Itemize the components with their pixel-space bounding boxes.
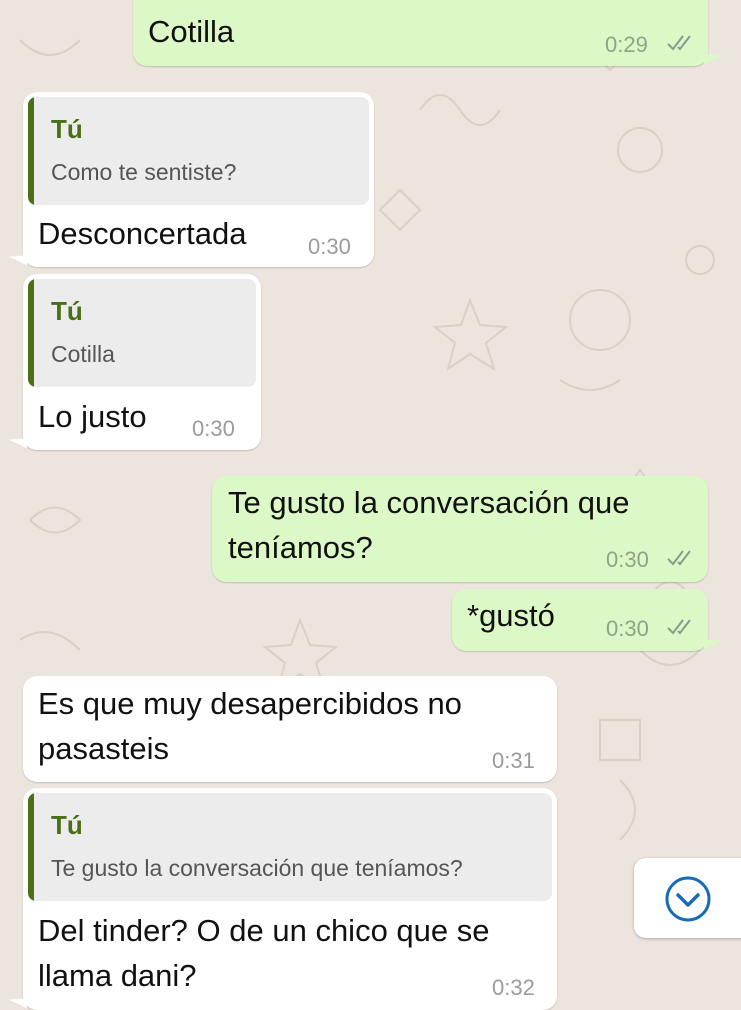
message-bubble-outgoing[interactable]: Cotilla 0:29 xyxy=(133,0,722,66)
quote-author: Tú xyxy=(51,114,83,144)
quote-text: Cotilla xyxy=(51,341,115,367)
message-time: 0:30 xyxy=(606,547,649,572)
message-bubble-incoming[interactable]: Es que muy desapercibidos no pasasteis 0… xyxy=(23,676,557,782)
message-text-line-1: Es que muy desapercibidos no xyxy=(38,686,462,721)
message-bubble-incoming[interactable]: Tú Como te sentiste? Desconcertada 0:30 xyxy=(9,92,374,267)
message-time: 0:30 xyxy=(308,234,351,259)
quoted-message[interactable]: Tú Te gusto la conversación que teníamos… xyxy=(28,793,552,901)
quote-accent-bar xyxy=(28,279,34,387)
message-time: 0:29 xyxy=(605,32,648,57)
quote-text: Te gusto la conversación que teníamos? xyxy=(51,855,463,881)
quoted-message[interactable]: Tú Cotilla xyxy=(28,279,256,387)
message-time: 0:31 xyxy=(492,748,535,773)
message-text-line-2: teníamos? xyxy=(228,530,373,565)
message-time: 0:32 xyxy=(492,975,535,1000)
message-text: Desconcertada xyxy=(38,216,247,251)
message-bubble-incoming[interactable]: Tú Cotilla Lo justo 0:30 xyxy=(9,274,261,450)
message-text-line-1: Del tinder? O de un chico que se xyxy=(38,913,490,948)
message-text-line-2: llama dani? xyxy=(38,958,197,993)
message-text: Cotilla xyxy=(148,14,235,49)
message-text-line-2: pasasteis xyxy=(38,731,169,766)
double-check-icon xyxy=(667,35,691,51)
quote-accent-bar xyxy=(28,97,34,205)
message-text: *gustó xyxy=(467,598,555,633)
message-time: 0:30 xyxy=(192,416,235,441)
message-bubble-outgoing[interactable]: *gustó 0:30 xyxy=(452,589,722,651)
quoted-message[interactable]: Tú Como te sentiste? xyxy=(28,97,369,205)
scroll-to-bottom-button[interactable] xyxy=(634,858,741,938)
message-bubble-incoming[interactable]: Tú Te gusto la conversación que teníamos… xyxy=(9,788,557,1010)
quote-author: Tú xyxy=(51,296,83,326)
quote-accent-bar xyxy=(28,793,34,901)
message-bubble-outgoing[interactable]: Te gusto la conversación que teníamos? 0… xyxy=(212,476,708,582)
message-text: Lo justo xyxy=(38,399,147,434)
quote-author: Tú xyxy=(51,810,83,840)
double-check-icon xyxy=(667,550,691,566)
double-check-icon xyxy=(667,619,691,635)
quote-text: Como te sentiste? xyxy=(51,159,237,185)
chevron-down-circle-icon xyxy=(665,876,711,922)
message-time: 0:30 xyxy=(606,616,649,641)
message-text-line-1: Te gusto la conversación que xyxy=(228,485,630,520)
